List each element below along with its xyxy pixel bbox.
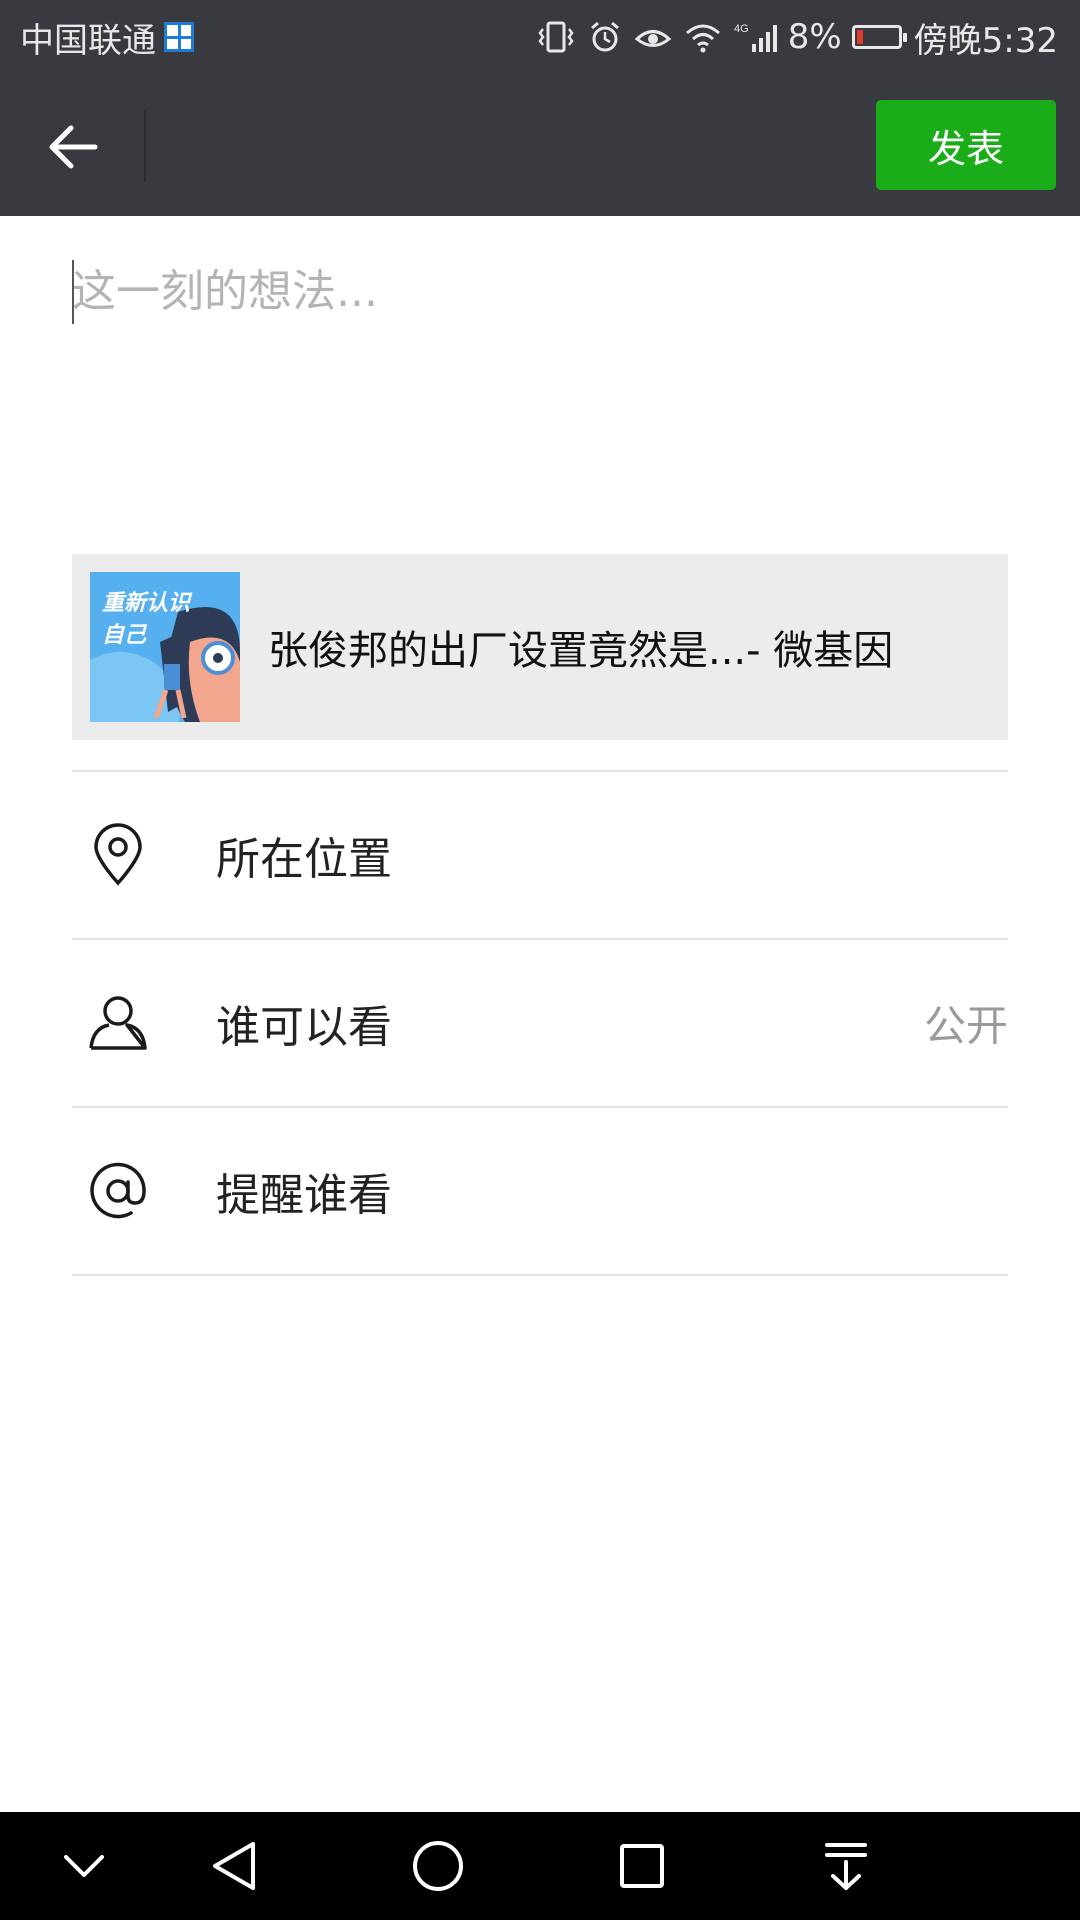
- shared-link-title: 张俊邦的出厂设置竟然是...- 微基因: [268, 628, 894, 674]
- visibility-row[interactable]: 谁可以看 公开: [72, 940, 1008, 1106]
- back-button[interactable]: [40, 114, 106, 180]
- back-triangle-icon[interactable]: [204, 1836, 264, 1896]
- mention-label: 提醒谁看: [216, 1170, 392, 1221]
- shared-link-card[interactable]: 重新认识 自己 张俊邦的出厂设置竟然是...- 微基因: [72, 554, 1008, 740]
- visibility-label: 谁可以看: [216, 1002, 392, 1053]
- thumbnail-caption-line: 自己: [102, 623, 147, 648]
- status-left: 中国联通: [20, 13, 194, 62]
- status-right: 4G 8% 傍晚5:32: [524, 13, 1058, 62]
- recents-square-icon[interactable]: [612, 1836, 672, 1896]
- moment-text-input[interactable]: [72, 260, 1008, 490]
- visibility-value: 公开: [923, 1001, 1008, 1051]
- arrow-left-icon: [49, 125, 98, 169]
- status-time: 傍晚5:32: [913, 20, 1058, 61]
- wifi-icon: [685, 24, 720, 53]
- thumbnail-caption-line: 重新认识: [102, 591, 191, 616]
- appbar-divider: [144, 110, 146, 182]
- status-bar: 中国联通 4G 8% 傍晚5:32: [0, 0, 1080, 74]
- location-pin-icon: [86, 823, 150, 887]
- network-type-label: 4G: [734, 23, 749, 35]
- vibrate-icon: [538, 21, 574, 53]
- eye-icon: [634, 30, 671, 47]
- mention-row[interactable]: 提醒谁看: [72, 1108, 1008, 1274]
- windows-icon: [164, 22, 194, 52]
- publish-button[interactable]: 发表: [876, 100, 1056, 190]
- carrier-name: 中国联通: [20, 20, 156, 61]
- battery-percent: 8%: [787, 17, 842, 57]
- compose-area: [72, 260, 1008, 510]
- notification-pull-icon[interactable]: [816, 1836, 876, 1896]
- alarm-icon: [590, 21, 619, 52]
- person-icon: [86, 991, 150, 1055]
- chevron-down-icon[interactable]: [54, 1836, 114, 1896]
- home-circle-icon[interactable]: [408, 1836, 468, 1896]
- divider: [72, 1274, 1008, 1276]
- app-bar: 发表: [0, 74, 1080, 216]
- signal-icon: 4G: [734, 23, 777, 52]
- shared-link-thumbnail: 重新认识 自己: [90, 572, 240, 722]
- thumbnail-caption: 重新认识 自己: [102, 588, 190, 652]
- navigation-bar: [0, 1812, 1080, 1920]
- location-row[interactable]: 所在位置: [72, 772, 1008, 938]
- battery-icon: [851, 25, 907, 49]
- location-label: 所在位置: [216, 834, 392, 885]
- at-icon: [86, 1159, 150, 1223]
